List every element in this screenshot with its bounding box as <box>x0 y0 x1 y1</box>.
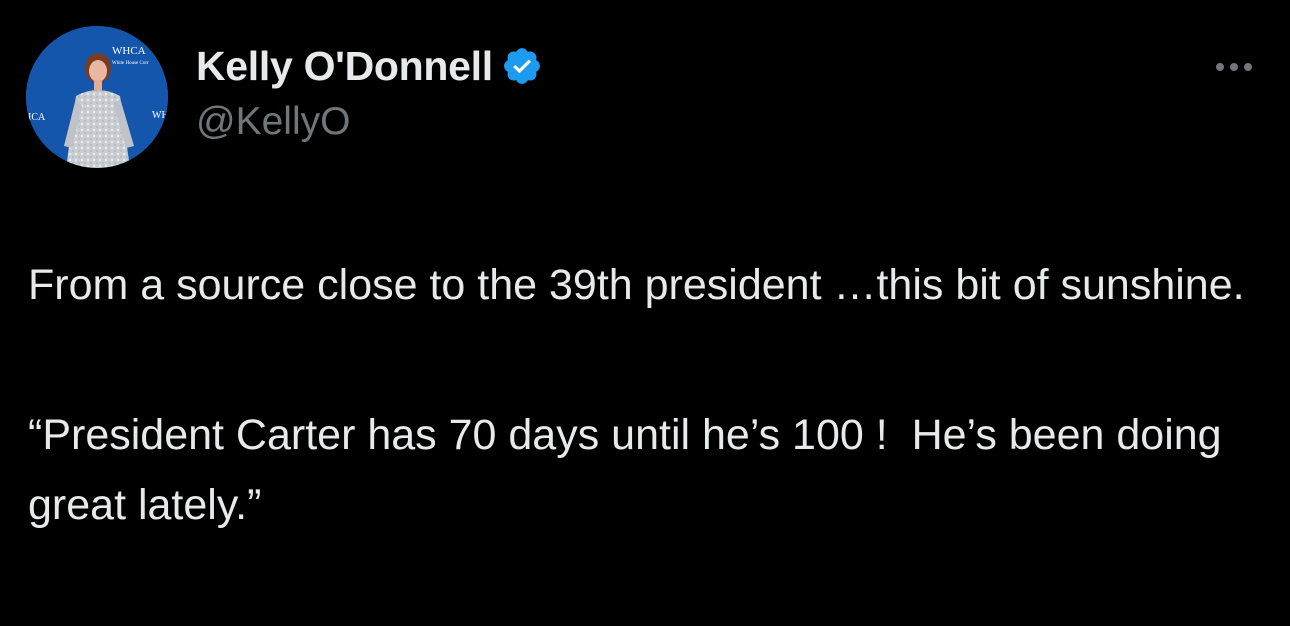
author-display-name[interactable]: Kelly O'Donnell <box>196 43 493 90</box>
author-info: Kelly O'Donnell @KellyO <box>196 40 543 144</box>
author-handle[interactable]: @KellyO <box>196 100 543 144</box>
tweet-paragraph: From a source close to the 39th presiden… <box>28 261 1245 309</box>
avatar-backdrop-whca: WHCA <box>112 45 146 57</box>
tweet-card: WHCA White House Corr ICA WH Kelly O'Don… <box>0 0 1290 626</box>
tweet-text: From a source close to the 39th presiden… <box>28 250 1268 540</box>
author-name-row: Kelly O'Donnell <box>196 40 543 92</box>
tweet-paragraph: “President Carter has 70 days until he’s… <box>28 411 1234 529</box>
author-avatar[interactable]: WHCA White House Corr ICA WH <box>26 26 168 168</box>
avatar-backdrop-ica: ICA <box>28 112 46 123</box>
avatar-backdrop-corr: White House Corr <box>112 61 149 66</box>
avatar-photo: WHCA White House Corr ICA WH <box>26 26 168 168</box>
more-options-icon[interactable] <box>1206 52 1262 82</box>
verified-badge-icon[interactable] <box>501 45 543 87</box>
avatar-backdrop-wh: WH <box>152 110 168 121</box>
